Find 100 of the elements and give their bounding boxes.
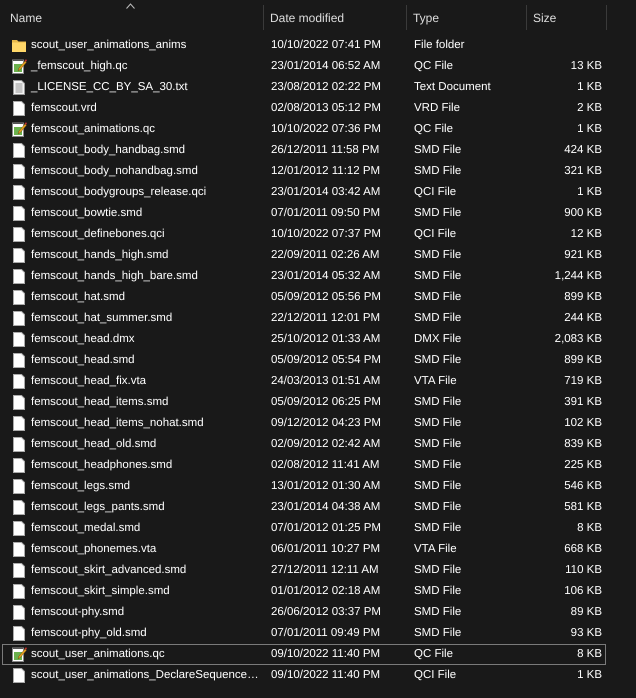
file-row[interactable]: scout_user_animations_anims 10/10/2022 07:41 PM File folder <box>2 35 606 56</box>
file-row[interactable]: femscout_bodygroups_release.qci 23/01/2014 03:42 AM QCI File 1 KB <box>2 182 606 203</box>
file-type: File folder <box>413 38 466 53</box>
file-row[interactable]: femscout_head_old.smd 02/09/2012 02:42 AM SMD File 839 KB <box>2 434 606 455</box>
file-type: SMD File <box>413 269 462 284</box>
date-modified: 26/06/2012 03:37 PM <box>270 605 382 620</box>
file-size: 8 KB <box>576 521 603 536</box>
file-type: QCI File <box>413 227 458 242</box>
file-size: 719 KB <box>563 374 603 389</box>
file-name: femscout_head_fix.vta <box>31 374 146 389</box>
file-row[interactable]: femscout_legs_pants.smd 23/01/2014 04:38 AM SMD File 581 KB <box>2 497 606 518</box>
date-modified: 12/01/2012 11:12 PM <box>270 164 382 179</box>
column-header[interactable]: Size <box>527 5 607 30</box>
file-size: 244 KB <box>563 311 603 326</box>
file-size: 1,244 KB <box>554 269 603 284</box>
date-modified: 09/10/2022 11:40 PM <box>270 668 382 683</box>
file-name: femscout_head_old.smd <box>31 437 156 452</box>
file-row[interactable]: femscout_bowtie.smd 07/01/2011 09:50 PM SMD File 900 KB <box>2 203 606 224</box>
file-size: 899 KB <box>563 290 603 305</box>
file-name: femscout-phy.smd <box>31 605 124 620</box>
file-row[interactable]: femscout_hands_high.smd 22/09/2011 02:26 AM SMD File 921 KB <box>2 245 606 266</box>
file-row[interactable]: femscout_hat_summer.smd 22/12/2011 12:01 PM SMD File 244 KB <box>2 308 606 329</box>
file-size: 8 KB <box>576 647 603 662</box>
file-name: femscout_legs.smd <box>31 479 130 494</box>
file-name: femscout_skirt_advanced.smd <box>31 563 186 578</box>
date-modified: 23/08/2012 02:22 PM <box>270 80 382 95</box>
file-type: SMD File <box>413 500 462 515</box>
file-name: femscout_headphones.smd <box>31 458 172 473</box>
file-row[interactable]: _femscout_high.qc 23/01/2014 06:52 AM QC File 13 KB <box>2 56 606 77</box>
file-row[interactable]: femscout_headphones.smd 02/08/2012 11:41 AM SMD File 225 KB <box>2 455 606 476</box>
date-modified: 02/08/2012 11:41 AM <box>270 458 380 473</box>
file-type: VTA File <box>413 542 458 557</box>
file-name: femscout_hat_summer.smd <box>31 311 172 326</box>
file-type: SMD File <box>413 605 462 620</box>
date-modified: 10/10/2022 07:37 PM <box>270 227 382 242</box>
file-size: 2 KB <box>576 101 603 116</box>
file-row[interactable]: femscout_body_nohandbag.smd 12/01/2012 11:12 PM SMD File 321 KB <box>2 161 606 182</box>
file-size: 102 KB <box>563 416 603 431</box>
file-row[interactable]: femscout_head_items_nohat.smd 09/12/2012 04:23 PM SMD File 102 KB <box>2 413 606 434</box>
file-type: SMD File <box>413 395 462 410</box>
date-modified: 02/08/2013 05:12 PM <box>270 101 382 116</box>
file-row[interactable]: femscout_head_items.smd 05/09/2012 06:25 PM SMD File 391 KB <box>2 392 606 413</box>
file-type: VTA File <box>413 374 458 389</box>
file-name: _femscout_high.qc <box>31 59 128 74</box>
file-row[interactable]: scout_user_animations_DeclareSequence… 09/10/2022 11:40 PM QCI File 1 KB <box>2 665 606 686</box>
file-type: SMD File <box>413 521 462 536</box>
file-row[interactable]: femscout_body_handbag.smd 26/12/2011 11:58 PM SMD File 424 KB <box>2 140 606 161</box>
column-header[interactable]: Type <box>407 5 527 30</box>
file-row[interactable]: scout_user_animations.qc 09/10/2022 11:40 PM QC File 8 KB <box>2 644 606 665</box>
file-row[interactable]: femscout_skirt_advanced.smd 27/12/2011 12:11 AM SMD File 110 KB <box>2 560 606 581</box>
date-modified: 05/09/2012 05:54 PM <box>270 353 382 368</box>
file-row[interactable]: femscout_definebones.qci 10/10/2022 07:37 PM QCI File 12 KB <box>2 224 606 245</box>
date-modified: 06/01/2011 10:27 PM <box>270 542 382 557</box>
file-size: 921 KB <box>563 248 603 263</box>
date-modified: 22/09/2011 02:26 AM <box>270 248 380 263</box>
file-row[interactable]: femscout-phy_old.smd 07/01/2011 09:49 PM SMD File 93 KB <box>2 623 606 644</box>
file-row[interactable]: femscout_hat.smd 05/09/2012 05:56 PM SMD File 899 KB <box>2 287 606 308</box>
file-name: femscout_hands_high.smd <box>31 248 168 263</box>
file-row[interactable]: _LICENSE_CC_BY_SA_30.txt 23/08/2012 02:22 PM Text Document 1 KB <box>2 77 606 98</box>
file-type: SMD File <box>413 143 462 158</box>
file-name: femscout_phonemes.vta <box>31 542 156 557</box>
file-row[interactable]: femscout_medal.smd 07/01/2012 01:25 PM SMD File 8 KB <box>2 518 606 539</box>
file-row[interactable]: femscout_head_fix.vta 24/03/2013 01:51 AM VTA File 719 KB <box>2 371 606 392</box>
file-type: SMD File <box>413 290 462 305</box>
file-size: 900 KB <box>563 206 603 221</box>
file-row[interactable]: femscout.vrd 02/08/2013 05:12 PM VRD File 2 KB <box>2 98 606 119</box>
date-modified: 09/10/2022 11:40 PM <box>270 647 382 662</box>
file-row[interactable]: femscout-phy.smd 26/06/2012 03:37 PM SMD File 89 KB <box>2 602 606 623</box>
file-row[interactable]: femscout_skirt_simple.smd 01/01/2012 02:18 AM SMD File 106 KB <box>2 581 606 602</box>
file-name: femscout_animations.qc <box>31 122 156 137</box>
column-header[interactable]: Date modified <box>264 5 407 30</box>
file-type: QC File <box>413 59 454 74</box>
date-modified: 27/12/2011 12:11 AM <box>270 563 380 578</box>
file-row[interactable]: femscout_head.dmx 25/10/2012 01:33 AM DMX File 2,083 KB <box>2 329 606 350</box>
file-row[interactable]: femscout_head.smd 05/09/2012 05:54 PM SMD File 899 KB <box>2 350 606 371</box>
file-size: 225 KB <box>563 458 603 473</box>
column-header[interactable]: Name <box>0 5 264 30</box>
file-type: Text Document <box>413 80 492 95</box>
file-row[interactable]: femscout_legs.smd 13/01/2012 01:30 AM SMD File 546 KB <box>2 476 606 497</box>
date-modified: 10/10/2022 07:36 PM <box>270 122 382 137</box>
file-row[interactable]: femscout_animations.qc 10/10/2022 07:36 PM QC File 1 KB <box>2 119 606 140</box>
file-name: femscout_definebones.qci <box>31 227 165 242</box>
date-modified: 24/03/2013 01:51 AM <box>270 374 382 389</box>
date-modified: 23/01/2014 05:32 AM <box>270 269 382 284</box>
file-type: SMD File <box>413 626 462 641</box>
file-type: QC File <box>413 122 454 137</box>
file-type: VRD File <box>413 101 462 116</box>
file-row[interactable]: femscout_hands_high_bare.smd 23/01/2014 05:32 AM SMD File 1,244 KB <box>2 266 606 287</box>
file-type: SMD File <box>413 437 462 452</box>
file-size: 110 KB <box>564 563 603 578</box>
file-name: femscout_head_items_nohat.smd <box>31 416 204 431</box>
file-type: SMD File <box>413 311 462 326</box>
file-size: 1 KB <box>576 668 603 683</box>
file-name: femscout_body_nohandbag.smd <box>31 164 198 179</box>
file-type: SMD File <box>413 353 462 368</box>
file-size: 13 KB <box>570 59 603 74</box>
date-modified: 02/09/2012 02:42 AM <box>270 437 382 452</box>
file-row[interactable]: femscout_phonemes.vta 06/01/2011 10:27 PM VTA File 668 KB <box>2 539 606 560</box>
file-type: SMD File <box>413 248 462 263</box>
file-size: 581 KB <box>563 500 603 515</box>
